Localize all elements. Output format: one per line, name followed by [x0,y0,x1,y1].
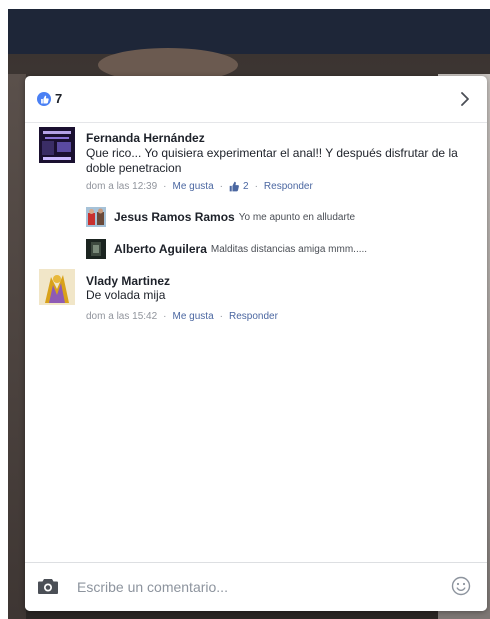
comment-time: dom a las 15:42 [86,311,158,322]
reply-link[interactable]: Responder [264,181,313,192]
top-bar [8,9,490,54]
comment-author[interactable]: Vlady Martinez [86,274,170,288]
separator-dot: · [219,311,223,322]
reaction-count: 7 [55,91,63,106]
camera-icon[interactable] [37,577,63,597]
comment-text: Que rico... Yo quisiera experimentar el … [86,146,458,175]
comment-meta: dom a las 12:39 · Me gusta · 2 · Respond… [86,181,313,192]
like-count[interactable]: 2 [243,181,249,192]
chevron-right-icon[interactable] [457,90,473,108]
reply-item: Jesus Ramos Ramos Yo me apunto en alluda… [114,210,355,224]
like-link[interactable]: Me gusta [173,311,214,322]
avatar[interactable] [86,239,106,259]
avatar[interactable] [86,207,106,227]
avatar[interactable] [39,269,75,305]
reply-text: Malditas distancias amiga mmm..... [210,243,368,255]
photo-edge-left [8,74,26,619]
avatar[interactable] [39,127,75,163]
comment-input[interactable] [77,576,437,598]
reply-link[interactable]: Responder [229,311,278,322]
like-icon [37,92,51,106]
separator-dot: · [219,181,223,192]
comment-author[interactable]: Fernanda Hernández [86,131,205,145]
comments-panel: 7 Fernanda Hernández Que rico... Yo quis… [25,76,487,611]
comment-text: De volada mija [86,288,166,302]
reactions-header[interactable]: 7 [25,76,487,123]
reply-text: Yo me apunto en alludarte [238,211,356,223]
reply-author[interactable]: Jesus Ramos Ramos [114,210,235,224]
reply-item: Alberto Aguilera Malditas distancias ami… [114,242,367,256]
emoji-icon[interactable] [451,576,471,596]
comment-composer [25,562,487,611]
separator-dot: · [163,181,167,192]
reply-author[interactable]: Alberto Aguilera [114,242,207,256]
comment-meta: dom a las 15:42 · Me gusta · Responder [86,311,278,322]
thumbs-up-icon [229,181,240,192]
like-link[interactable]: Me gusta [173,181,214,192]
comment-time: dom a las 12:39 [86,181,158,192]
separator-dot: · [254,181,258,192]
separator-dot: · [163,311,167,322]
